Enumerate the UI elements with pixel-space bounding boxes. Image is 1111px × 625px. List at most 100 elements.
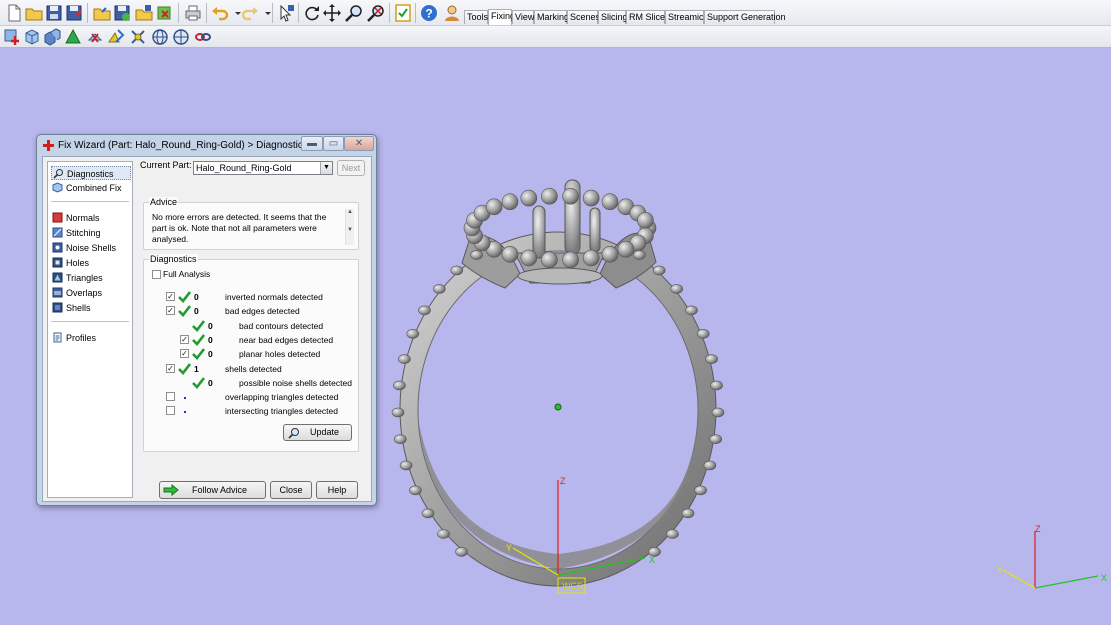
not-analysed-dot-icon (184, 411, 186, 413)
current-part-select[interactable]: Halo_Round_Ring-Gold ▼ (193, 161, 333, 175)
follow-advice-button[interactable]: Follow Advice (159, 481, 266, 499)
help-button[interactable]: Help (316, 481, 358, 499)
tab-marking[interactable]: Marking (534, 10, 569, 24)
save-icon[interactable] (44, 3, 64, 23)
diagnostic-count: 0 (194, 306, 199, 316)
shank-bead (694, 485, 707, 496)
overlaps-icon (52, 287, 63, 298)
print-icon[interactable] (183, 3, 203, 23)
close-button[interactable]: Close (270, 481, 312, 499)
next-button[interactable]: Next (337, 160, 365, 176)
triangle-tool-icon[interactable] (63, 27, 83, 47)
combined-fix-icon[interactable] (22, 27, 42, 47)
nav-holes[interactable]: Holes (51, 256, 131, 270)
diagnostic-count: 0 (208, 321, 213, 331)
globe-view-icon[interactable] (171, 27, 191, 47)
diagnostic-checkbox[interactable] (166, 406, 175, 415)
undo-dropdown-icon[interactable] (228, 3, 241, 23)
tab-view[interactable]: View (512, 10, 534, 24)
nav-overlaps[interactable]: Overlaps (51, 286, 131, 300)
diagnostic-checkbox[interactable]: ✓ (180, 349, 189, 358)
magnifier-icon (53, 169, 63, 179)
shells-tool-icon[interactable] (42, 27, 62, 47)
context-help-icon[interactable] (441, 3, 461, 23)
world-axes: Z X Y (997, 524, 1107, 589)
shank-bead (685, 305, 698, 316)
nav-shells[interactable]: Shells (51, 301, 131, 315)
nav-label: Combined Fix (66, 183, 122, 193)
undo-icon[interactable] (210, 3, 230, 23)
close-window-button[interactable]: ✕ (344, 136, 374, 151)
current-part-label: Current Part: (140, 160, 192, 170)
halo-bead (520, 189, 538, 207)
diagnostic-label: shells detected (225, 364, 282, 374)
tab-rm-slicer[interactable]: RM Slicer (626, 10, 668, 24)
tab-scenes[interactable]: Scenes (567, 10, 600, 24)
halo-bead (562, 187, 579, 205)
stitch-tool-icon[interactable] (128, 27, 148, 47)
diagnostic-count: 0 (194, 292, 199, 302)
diagnostic-checkbox[interactable]: ✓ (166, 292, 175, 301)
zoom-icon[interactable] (344, 3, 364, 23)
tab-fixing[interactable]: Fixing (488, 9, 515, 25)
tab-tools[interactable]: Tools (464, 10, 488, 24)
zoom-fit-icon[interactable] (366, 3, 386, 23)
new-file-icon[interactable] (4, 3, 24, 23)
select-part-icon[interactable] (276, 3, 296, 23)
pan-view-icon[interactable] (322, 3, 342, 23)
advice-scrollbar[interactable]: ▲ ▼ (345, 209, 354, 245)
diagnostic-checkbox[interactable]: ✓ (180, 335, 189, 344)
magnifier-icon (288, 428, 299, 439)
shank-bead (670, 284, 684, 294)
maximize-button[interactable]: ▭ (323, 136, 344, 151)
nav-normals[interactable]: Normals (51, 211, 131, 225)
diagnostic-label: bad edges detected (225, 306, 300, 316)
diagnostic-label: bad contours detected (239, 321, 324, 331)
diagnostic-label: overlapping triangles detected (225, 392, 339, 402)
z-axis-label: Z (560, 476, 566, 486)
halo-bead (541, 251, 558, 269)
shank-bead (399, 460, 413, 471)
fix-wizard-icon[interactable] (2, 27, 22, 47)
delete-triangles-icon[interactable] (85, 27, 105, 47)
import-icon[interactable] (134, 3, 154, 23)
dialog-titlebar[interactable]: Fix Wizard (Part: Halo_Round_Ring-Gold) … (37, 135, 376, 155)
open-part-icon[interactable] (92, 3, 112, 23)
diagnostic-count: 1 (194, 364, 199, 374)
save-as-icon[interactable] (64, 3, 84, 23)
nav-stitching[interactable]: Stitching (51, 226, 131, 240)
profiles-icon (53, 332, 62, 343)
diagnostics-panel: Current Part: Halo_Round_Ring-Gold ▼ Nex… (138, 157, 372, 502)
update-button[interactable]: Update (283, 424, 352, 441)
nav-noise-shells[interactable]: Noise Shells (51, 241, 131, 255)
diagnostic-checkbox[interactable] (166, 392, 175, 401)
minimize-button[interactable]: ▬ (301, 136, 323, 151)
rotate-view-icon[interactable] (302, 3, 322, 23)
nav-diagnostics[interactable]: Diagnostics (51, 166, 131, 180)
redo-dropdown-icon[interactable] (258, 3, 271, 23)
mark-triangles-icon[interactable] (106, 27, 126, 47)
diagnostic-checkbox[interactable]: ✓ (166, 364, 175, 373)
sphere-view-icon[interactable] (150, 27, 170, 47)
tab-slicing[interactable]: Slicing (598, 10, 628, 24)
halo-bead (501, 193, 519, 210)
update-label: Update (309, 427, 340, 437)
checklist-icon[interactable] (393, 3, 413, 23)
tab-streamics[interactable]: Streamics (665, 10, 708, 24)
diagnostic-count: 0 (208, 378, 213, 388)
save-part-icon[interactable] (112, 3, 132, 23)
full-analysis-checkbox[interactable] (152, 270, 161, 279)
link-tool-icon[interactable] (193, 27, 213, 47)
halo-bead (601, 246, 619, 263)
open-folder-icon[interactable] (24, 3, 44, 23)
tab-support-generation[interactable]: Support Generation (704, 10, 786, 24)
redo-icon[interactable] (240, 3, 260, 23)
chevron-down-icon[interactable]: ▼ (320, 162, 332, 174)
help-icon[interactable]: ? (419, 3, 439, 23)
diagnostic-checkbox[interactable]: ✓ (166, 306, 175, 315)
advice-group: Advice No more errors are detected. It s… (143, 197, 359, 250)
export-icon[interactable] (154, 3, 174, 23)
nav-profiles[interactable]: Profiles (51, 331, 131, 345)
nav-combined-fix[interactable]: Combined Fix (51, 181, 131, 195)
nav-triangles[interactable]: Triangles (51, 271, 131, 285)
